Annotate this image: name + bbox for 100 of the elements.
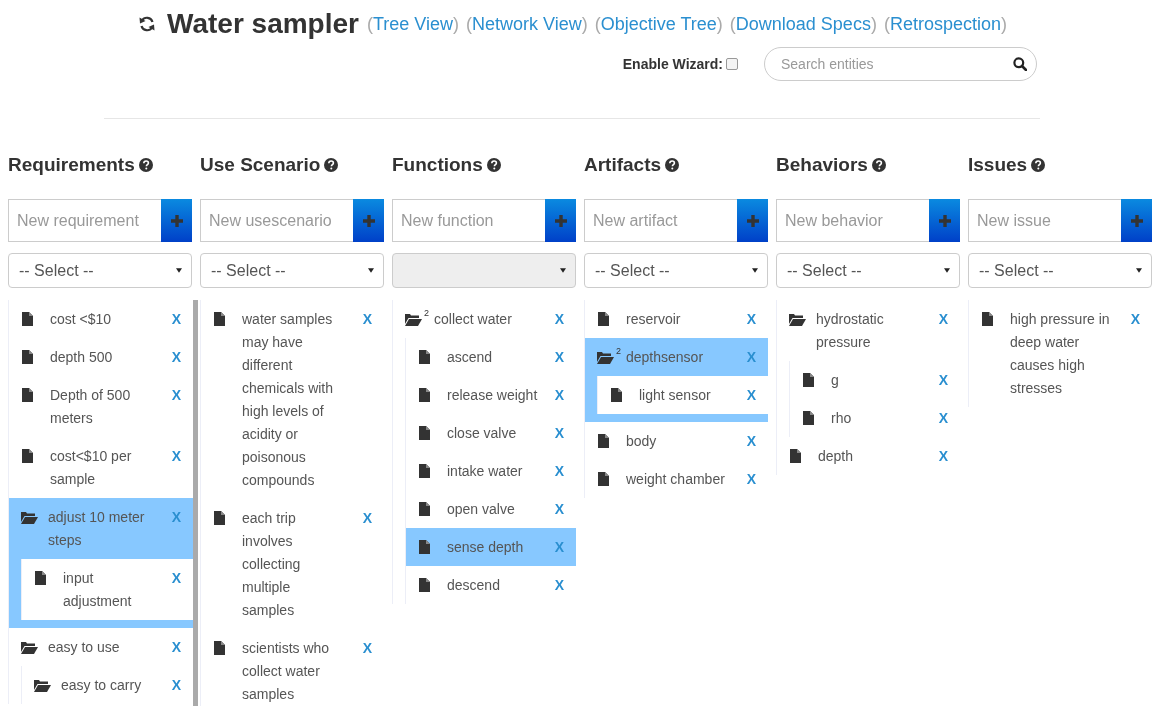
remove-link[interactable]: X	[938, 368, 948, 392]
select-dropdown[interactable]: -- Select --	[968, 253, 1152, 288]
add-button[interactable]	[929, 199, 960, 242]
tree-item[interactable]: rho X	[789, 399, 960, 437]
tree-item[interactable]: light sensor X	[597, 376, 768, 414]
remove-link[interactable]: X	[171, 635, 181, 659]
remove-link[interactable]: X	[171, 383, 181, 407]
column-title: Artifacts	[584, 153, 662, 177]
add-button[interactable]	[737, 199, 768, 242]
file-icon	[597, 434, 609, 448]
remove-link[interactable]: X	[938, 444, 948, 468]
remove-link[interactable]: X	[362, 307, 372, 331]
remove-link[interactable]: X	[746, 467, 756, 491]
view-link[interactable]: (Retrospection)	[883, 3, 1007, 44]
remove-link[interactable]: X	[171, 345, 181, 369]
remove-link[interactable]: X	[171, 307, 181, 331]
remove-link[interactable]: X	[746, 429, 756, 453]
tree-item[interactable]: sense depth X	[405, 528, 576, 566]
remove-link[interactable]: X	[171, 566, 181, 590]
tree-item[interactable]: weight chamber X	[584, 460, 768, 498]
select-dropdown[interactable]: -- Select --	[584, 253, 768, 288]
help-icon[interactable]	[324, 158, 339, 172]
remove-link[interactable]: X	[746, 383, 756, 407]
item-label: water samples may have different chemicals with high levels of acidity or poisonous compounds	[242, 309, 335, 490]
file-icon	[213, 511, 225, 525]
view-link[interactable]: (Network View)	[466, 3, 588, 44]
tree-item[interactable]: water samples may have different chemicals with high levels of acidity or poisonous compounds X	[200, 300, 384, 499]
remove-link[interactable]: X	[362, 506, 372, 530]
tree-item[interactable]: release weight X	[405, 376, 576, 414]
remove-link[interactable]: X	[554, 573, 564, 597]
view-link[interactable]: (Objective Tree)	[594, 3, 723, 44]
file-icon	[21, 312, 33, 326]
tree-item[interactable]: input adjustment X	[21, 559, 193, 620]
wizard-checkbox[interactable]	[726, 58, 738, 70]
file-icon	[418, 578, 430, 592]
file-icon	[21, 350, 33, 364]
search-field[interactable]: Search entities	[764, 47, 1037, 81]
remove-link[interactable]: X	[746, 307, 756, 331]
tree-item[interactable]: 2 depthsensor X light sensor X	[584, 338, 768, 422]
select-dropdown[interactable]: -- Select --	[776, 253, 960, 288]
new-item-field[interactable]: New artifact	[584, 199, 737, 242]
remove-link[interactable]: X	[938, 406, 948, 430]
tree-item[interactable]: 2 collect water X ascend X release weight X close valve X intake water X open valve X sense depth X descend X	[392, 300, 576, 604]
column-title: Use Scenario	[200, 153, 321, 177]
remove-link[interactable]: X	[171, 673, 181, 697]
remove-link[interactable]: X	[554, 345, 564, 369]
tree-item[interactable]: high pressure in deep water causes high stresses X	[968, 300, 1152, 407]
refresh-icon[interactable]	[139, 15, 156, 32]
file-icon	[597, 312, 609, 326]
remove-link[interactable]: X	[362, 636, 372, 660]
remove-link[interactable]: X	[554, 497, 564, 521]
tree-item[interactable]: each trip involves collecting multiple samples X	[200, 499, 384, 629]
tree-item[interactable]: intake water X	[405, 452, 576, 490]
tree-item[interactable]: close valve X	[405, 414, 576, 452]
remove-link[interactable]: X	[554, 383, 564, 407]
help-icon[interactable]	[1031, 158, 1046, 172]
remove-link[interactable]: X	[171, 444, 181, 468]
file-icon	[21, 449, 33, 463]
item-label: weight chamber	[626, 469, 726, 489]
new-item-field[interactable]: New usescenario	[200, 199, 353, 242]
help-icon[interactable]	[486, 158, 501, 172]
file-icon	[802, 411, 814, 425]
view-link[interactable]: (Tree View)	[366, 3, 459, 44]
add-button[interactable]	[1121, 199, 1152, 242]
new-item-field[interactable]: New function	[392, 199, 545, 242]
tree-item[interactable]: ascend X	[405, 338, 576, 376]
add-button[interactable]	[545, 199, 576, 242]
plus-icon	[170, 214, 183, 227]
scrollbar[interactable]	[193, 300, 198, 706]
help-icon[interactable]	[138, 158, 153, 172]
file-icon	[21, 388, 33, 402]
file-icon	[981, 312, 993, 326]
remove-link[interactable]: X	[554, 459, 564, 483]
tree-item[interactable]: hydrostatic pressure X g X rho X	[776, 300, 960, 437]
item-label: cost <$10	[50, 309, 113, 329]
tree-item[interactable]: g X	[789, 361, 960, 399]
remove-link[interactable]: X	[1130, 307, 1140, 331]
remove-link[interactable]: X	[938, 307, 948, 331]
new-item-field[interactable]: New behavior	[776, 199, 929, 242]
item-label: each trip involves collecting multiple samples	[242, 508, 302, 620]
add-button[interactable]	[353, 199, 384, 242]
select-dropdown[interactable]: -- Select --	[200, 253, 384, 288]
add-button[interactable]	[161, 199, 192, 242]
tree-item[interactable]: adjust 10 meter steps X input adjustment X	[8, 498, 193, 628]
new-item-field[interactable]: New requirement	[8, 199, 161, 242]
item-label: depth 500	[50, 347, 114, 367]
new-item-field[interactable]: New issue	[968, 199, 1121, 242]
item-label: ascend	[447, 347, 494, 367]
remove-link[interactable]: X	[554, 421, 564, 445]
view-link[interactable]: (Download Specs)	[729, 3, 877, 44]
help-icon[interactable]	[665, 158, 680, 172]
tree-item[interactable]: descend X	[405, 566, 576, 604]
tree-item[interactable]: depth X	[776, 437, 960, 475]
tree-item[interactable]: body X	[584, 422, 768, 460]
remove-link[interactable]: X	[554, 307, 564, 331]
count-label: 2	[424, 308, 430, 318]
tree-item[interactable]: scientists who collect water samples X	[200, 629, 384, 706]
select-dropdown[interactable]: -- Select --	[8, 253, 192, 288]
help-icon[interactable]	[871, 158, 886, 172]
file-icon	[789, 449, 801, 463]
